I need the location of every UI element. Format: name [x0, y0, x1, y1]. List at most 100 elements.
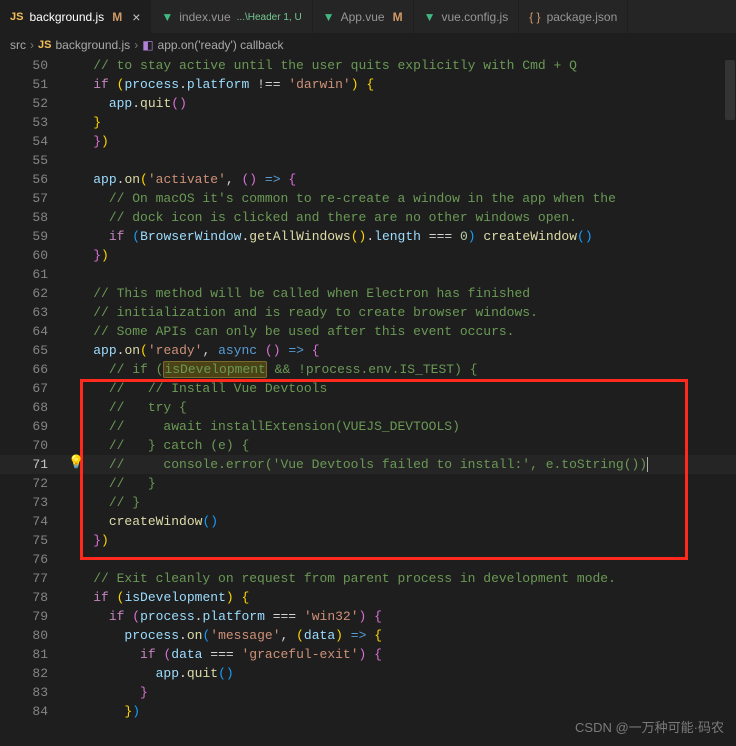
- line-number: 80: [0, 626, 62, 645]
- code-line[interactable]: 52 app.quit(): [0, 94, 736, 113]
- lightbulb-icon[interactable]: 💡: [68, 455, 84, 470]
- breadcrumb[interactable]: src › JS background.js › ◧ app.on('ready…: [0, 34, 736, 56]
- breadcrumb-item[interactable]: app.on('ready') callback: [158, 38, 284, 52]
- line-content[interactable]: app.on('activate', () => {: [62, 170, 736, 189]
- line-content[interactable]: // await installExtension(VUEJS_DEVTOOLS…: [62, 417, 736, 436]
- code-line[interactable]: 67 // // Install Vue Devtools: [0, 379, 736, 398]
- close-icon[interactable]: ×: [132, 9, 140, 25]
- breadcrumb-item[interactable]: src: [10, 38, 26, 52]
- line-content[interactable]: }: [62, 683, 736, 702]
- line-content[interactable]: }): [62, 246, 736, 265]
- line-content[interactable]: createWindow(): [62, 512, 736, 531]
- line-content[interactable]: if (process.platform === 'win32') {: [62, 607, 736, 626]
- code-line[interactable]: 71 // console.error('Vue Devtools failed…: [0, 455, 736, 474]
- line-content[interactable]: // On macOS it's common to re-create a w…: [62, 189, 736, 208]
- line-content[interactable]: }): [62, 132, 736, 151]
- line-content[interactable]: // }: [62, 493, 736, 512]
- code-line[interactable]: 81 if (data === 'graceful-exit') {: [0, 645, 736, 664]
- code-editor[interactable]: 50 // to stay active until the user quit…: [0, 56, 736, 721]
- line-content[interactable]: }): [62, 531, 736, 550]
- code-line[interactable]: 79 if (process.platform === 'win32') {: [0, 607, 736, 626]
- code-line[interactable]: 69 // await installExtension(VUEJS_DEVTO…: [0, 417, 736, 436]
- line-number: 75: [0, 531, 62, 550]
- line-content[interactable]: // dock icon is clicked and there are no…: [62, 208, 736, 227]
- code-line[interactable]: 55: [0, 151, 736, 170]
- code-line[interactable]: 63 // initialization and is ready to cre…: [0, 303, 736, 322]
- line-number: 69: [0, 417, 62, 436]
- line-content[interactable]: // } catch (e) {: [62, 436, 736, 455]
- code-line[interactable]: 77 // Exit cleanly on request from paren…: [0, 569, 736, 588]
- code-line[interactable]: 80 process.on('message', (data) => {: [0, 626, 736, 645]
- code-line[interactable]: 72 // }: [0, 474, 736, 493]
- line-content[interactable]: if (isDevelopment) {: [62, 588, 736, 607]
- code-line[interactable]: 70 // } catch (e) {: [0, 436, 736, 455]
- modified-badge: M: [393, 10, 403, 24]
- line-content[interactable]: // if (isDevelopment && !process.env.IS_…: [62, 360, 736, 379]
- code-line[interactable]: 57 // On macOS it's common to re-create …: [0, 189, 736, 208]
- code-line[interactable]: 59 if (BrowserWindow.getAllWindows().len…: [0, 227, 736, 246]
- line-content[interactable]: }: [62, 113, 736, 132]
- line-number: 53: [0, 113, 62, 132]
- code-line[interactable]: 74 createWindow(): [0, 512, 736, 531]
- breadcrumb-item[interactable]: background.js: [55, 38, 130, 52]
- line-content[interactable]: if (data === 'graceful-exit') {: [62, 645, 736, 664]
- code-line[interactable]: 50 // to stay active until the user quit…: [0, 56, 736, 75]
- chevron-right-icon: ›: [134, 38, 138, 52]
- code-line[interactable]: 65 app.on('ready', async () => {: [0, 341, 736, 360]
- line-content[interactable]: if (process.platform !== 'darwin') {: [62, 75, 736, 94]
- line-number: 61: [0, 265, 62, 284]
- modified-badge: M: [112, 10, 122, 24]
- editor-tab[interactable]: ▼ vue.config.js: [414, 0, 520, 34]
- code-line[interactable]: 75 }): [0, 531, 736, 550]
- js-icon: JS: [38, 39, 51, 51]
- line-content[interactable]: process.on('message', (data) => {: [62, 626, 736, 645]
- line-content[interactable]: // This method will be called when Elect…: [62, 284, 736, 303]
- editor-tab[interactable]: ▼index.vue...\Header 1, U: [151, 0, 312, 34]
- code-line[interactable]: 76: [0, 550, 736, 569]
- vue-icon: ▼: [424, 10, 436, 24]
- line-content[interactable]: // Some APIs can only be used after this…: [62, 322, 736, 341]
- line-number: 54: [0, 132, 62, 151]
- line-content[interactable]: app.on('ready', async () => {: [62, 341, 736, 360]
- code-line[interactable]: 73 // }: [0, 493, 736, 512]
- line-content[interactable]: app.quit(): [62, 94, 736, 113]
- line-number: 72: [0, 474, 62, 493]
- code-line[interactable]: 62 // This method will be called when El…: [0, 284, 736, 303]
- code-line[interactable]: 66 // if (isDevelopment && !process.env.…: [0, 360, 736, 379]
- line-content[interactable]: // initialization and is ready to create…: [62, 303, 736, 322]
- code-line[interactable]: 56 app.on('activate', () => {: [0, 170, 736, 189]
- line-number: 50: [0, 56, 62, 75]
- code-line[interactable]: 64 // Some APIs can only be used after t…: [0, 322, 736, 341]
- editor-tab[interactable]: JSbackground.jsM×: [0, 0, 151, 34]
- line-content[interactable]: app.quit(): [62, 664, 736, 683]
- code-line[interactable]: 60 }): [0, 246, 736, 265]
- line-content[interactable]: // Exit cleanly on request from parent p…: [62, 569, 736, 588]
- vue-icon: ▼: [323, 10, 335, 24]
- line-content[interactable]: if (BrowserWindow.getAllWindows().length…: [62, 227, 736, 246]
- chevron-right-icon: ›: [30, 38, 34, 52]
- code-line[interactable]: 58 // dock icon is clicked and there are…: [0, 208, 736, 227]
- tab-label: App.vue: [341, 10, 385, 24]
- editor-tab[interactable]: ▼ App.vue M: [313, 0, 414, 34]
- code-line[interactable]: 82 app.quit(): [0, 664, 736, 683]
- line-content[interactable]: [62, 265, 736, 284]
- line-content[interactable]: // to stay active until the user quits e…: [62, 56, 736, 75]
- vue-icon: ▼: [161, 10, 173, 24]
- line-number: 63: [0, 303, 62, 322]
- line-content[interactable]: // console.error('Vue Devtools failed to…: [62, 455, 736, 474]
- code-line[interactable]: 68 // try {: [0, 398, 736, 417]
- code-line[interactable]: 61: [0, 265, 736, 284]
- code-line[interactable]: 78 if (isDevelopment) {: [0, 588, 736, 607]
- vertical-scrollbar[interactable]: [725, 60, 735, 120]
- code-line[interactable]: 53 }: [0, 113, 736, 132]
- line-content[interactable]: [62, 550, 736, 569]
- code-line[interactable]: 83 }: [0, 683, 736, 702]
- line-content[interactable]: // // Install Vue Devtools: [62, 379, 736, 398]
- line-content[interactable]: // }: [62, 474, 736, 493]
- tab-label: vue.config.js: [442, 10, 509, 24]
- line-content[interactable]: // try {: [62, 398, 736, 417]
- code-line[interactable]: 54 }): [0, 132, 736, 151]
- code-line[interactable]: 51 if (process.platform !== 'darwin') {: [0, 75, 736, 94]
- line-content[interactable]: [62, 151, 736, 170]
- editor-tab[interactable]: { }package.json: [519, 0, 628, 34]
